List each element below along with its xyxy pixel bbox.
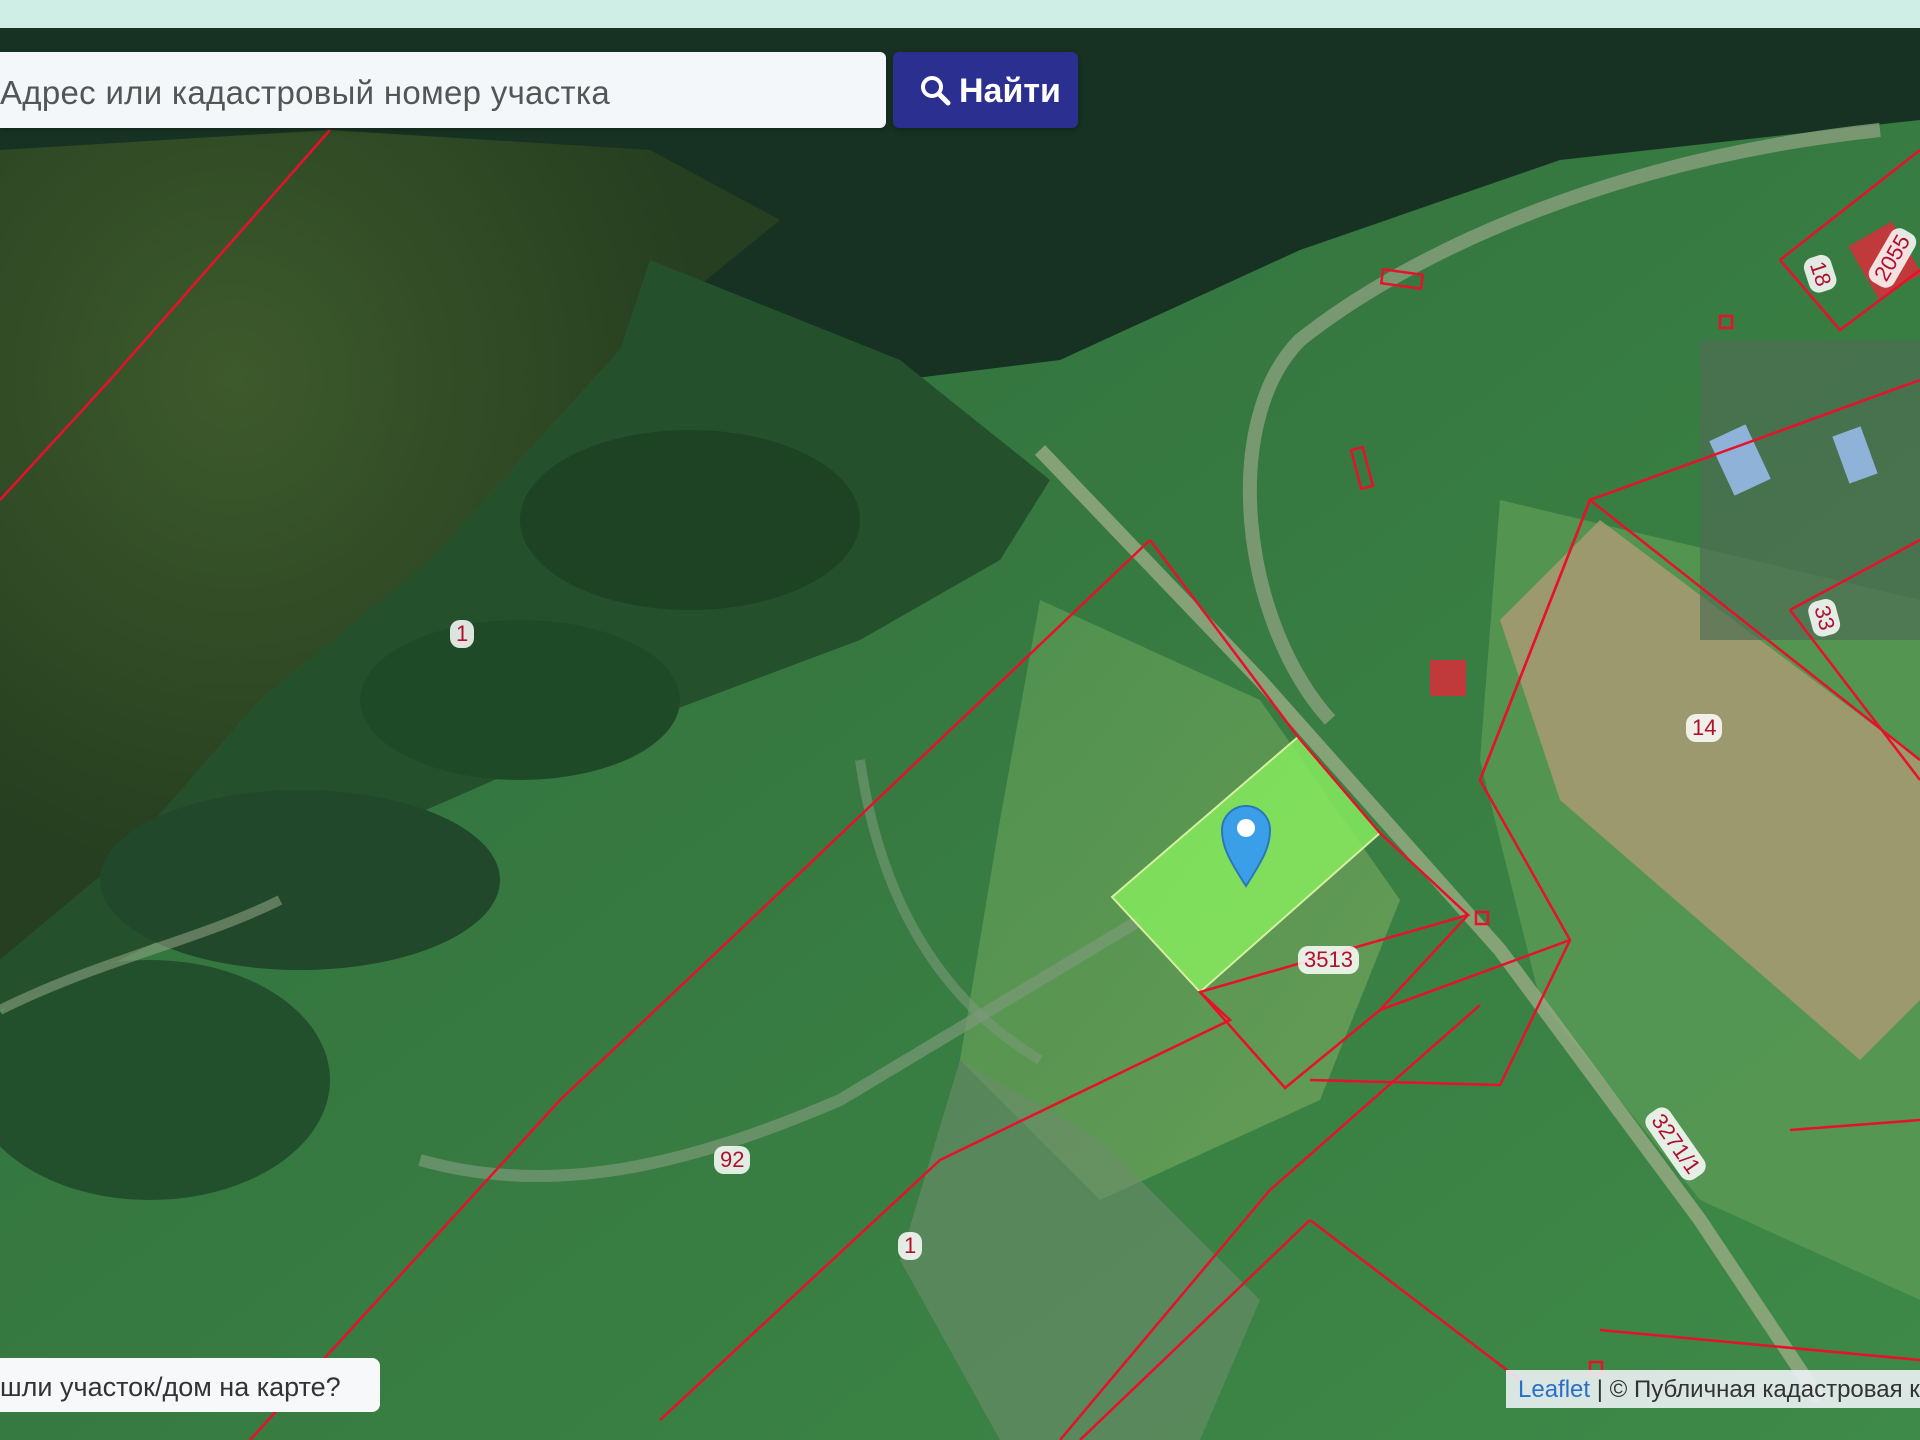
search-button-label: Найти (959, 72, 1061, 110)
forest-patch (360, 620, 680, 780)
forest-patch (520, 430, 860, 610)
map-attribution: Leaflet | © Публичная кадастровая к (1506, 1370, 1920, 1408)
help-link[interactable]: шли участок/дом на карте? (0, 1358, 380, 1412)
map-view[interactable]: 1 92 1 3513 14 33 18 2055 3271/1 Адрес и… (0, 0, 1920, 1440)
search-placeholder: Адрес или кадастровый номер участка (0, 74, 611, 111)
leaflet-link[interactable]: Leaflet (1518, 1376, 1590, 1403)
search-button[interactable]: Найти (893, 52, 1078, 128)
satellite-map[interactable] (0, 0, 1920, 1440)
attribution-source: © Публичная кадастровая к (1609, 1376, 1920, 1403)
search-input[interactable]: Адрес или кадастровый номер участка (0, 52, 886, 128)
parcel-label: 14 (1686, 714, 1723, 742)
parcel-label: 1 (450, 620, 475, 648)
help-link-text: шли участок/дом на карте? (0, 1372, 341, 1402)
search-icon (921, 76, 951, 106)
parcel-label: 1 (898, 1232, 923, 1260)
house-roof (1430, 660, 1466, 696)
attribution-separator: | (1590, 1376, 1610, 1403)
parcel-label: 3513 (1298, 946, 1359, 974)
parcel-label: 92 (714, 1146, 751, 1174)
top-strip (0, 0, 1920, 28)
